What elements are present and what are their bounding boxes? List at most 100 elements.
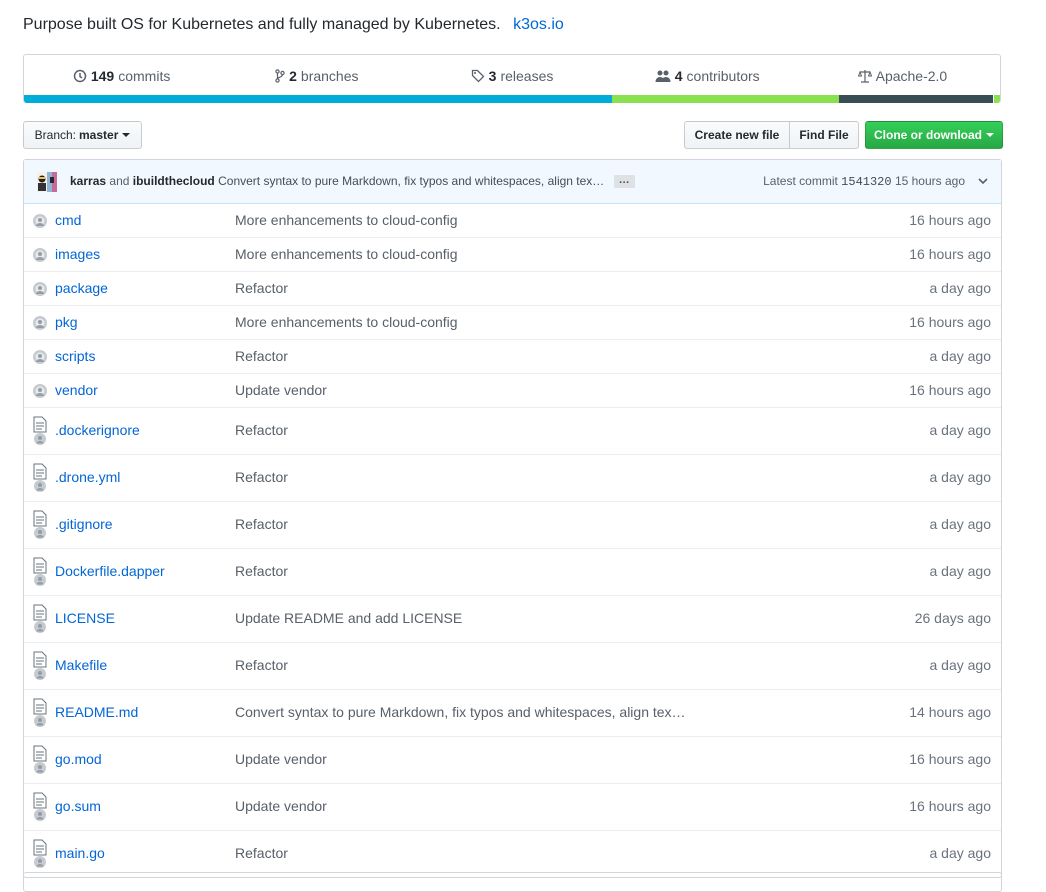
table-row: .drone.yml Refactor a day ago bbox=[24, 454, 1001, 501]
stat-commits[interactable]: 149 commits bbox=[24, 68, 219, 84]
file-name-link[interactable]: README.md bbox=[55, 704, 138, 720]
file-name-link[interactable]: package bbox=[55, 280, 108, 296]
branches-label: branches bbox=[300, 68, 359, 84]
file-age: 16 hours ago bbox=[909, 382, 991, 398]
file-icon bbox=[33, 416, 47, 445]
submodule-icon bbox=[33, 316, 47, 330]
table-row: .gitignore Refactor a day ago bbox=[24, 501, 1001, 548]
history-icon bbox=[73, 69, 87, 83]
readme-box bbox=[23, 872, 1002, 892]
file-age: 26 days ago bbox=[914, 610, 991, 626]
file-commit-message[interactable]: Update vendor bbox=[235, 382, 327, 398]
commit-sha[interactable]: 1541320 bbox=[841, 175, 891, 189]
branch-select-button[interactable]: Branch: master bbox=[23, 121, 142, 149]
file-commit-message[interactable]: Refactor bbox=[235, 469, 288, 485]
file-name-link[interactable]: .drone.yml bbox=[55, 469, 120, 485]
file-age: a day ago bbox=[929, 469, 992, 485]
file-name-link[interactable]: Makefile bbox=[55, 657, 107, 673]
file-commit-message[interactable]: Update vendor bbox=[235, 751, 327, 767]
file-icon bbox=[33, 792, 47, 821]
file-icon bbox=[33, 604, 47, 633]
language-segment-other bbox=[994, 95, 1000, 103]
file-name-link[interactable]: pkg bbox=[55, 314, 78, 330]
file-age: 16 hours ago bbox=[909, 314, 991, 330]
file-commit-message[interactable]: Refactor bbox=[235, 563, 288, 579]
stat-license[interactable]: Apache-2.0 bbox=[805, 68, 1000, 84]
contributors-label: contributors bbox=[686, 68, 760, 84]
commit-and: and bbox=[109, 174, 130, 188]
file-name-link[interactable]: .gitignore bbox=[55, 516, 113, 532]
stat-branches[interactable]: 2 branches bbox=[219, 68, 414, 84]
file-name-link[interactable]: scripts bbox=[55, 348, 95, 364]
table-row: main.go Refactor a day ago bbox=[24, 830, 1001, 877]
language-segment-dockerfile bbox=[839, 95, 995, 103]
file-commit-message[interactable]: More enhancements to cloud-config bbox=[235, 212, 458, 228]
file-commit-message[interactable]: Refactor bbox=[235, 845, 288, 861]
file-commit-message[interactable]: More enhancements to cloud-config bbox=[235, 314, 458, 330]
file-commit-message[interactable]: Refactor bbox=[235, 280, 288, 296]
file-name-link[interactable]: LICENSE bbox=[55, 610, 115, 626]
file-icon bbox=[33, 651, 47, 680]
submodule-icon bbox=[33, 248, 47, 262]
table-row: vendor Update vendor 16 hours ago bbox=[24, 373, 1001, 407]
file-age: 16 hours ago bbox=[909, 751, 991, 767]
file-age: a day ago bbox=[929, 563, 992, 579]
file-name-link[interactable]: .dockerignore bbox=[55, 422, 140, 438]
caret-down-icon bbox=[986, 133, 994, 137]
file-name-link[interactable]: go.sum bbox=[55, 798, 101, 814]
table-row: go.mod Update vendor 16 hours ago bbox=[24, 736, 1001, 783]
commit-time: 15 hours ago bbox=[894, 174, 965, 188]
file-age: 14 hours ago bbox=[909, 704, 991, 720]
avatar[interactable] bbox=[47, 172, 57, 192]
language-segment-shell bbox=[611, 95, 840, 103]
repo-summary: 149 commits 2 branches 3 releases 4 cont… bbox=[23, 54, 1001, 103]
table-row: LICENSE Update README and add LICENSE 26… bbox=[24, 595, 1001, 642]
file-commit-message[interactable]: Refactor bbox=[235, 422, 288, 438]
stat-releases[interactable]: 3 releases bbox=[414, 68, 609, 84]
file-commit-message[interactable]: More enhancements to cloud-config bbox=[235, 246, 458, 262]
file-toolbar: Branch: master Create new file Find File… bbox=[23, 121, 1003, 149]
table-row: pkg More enhancements to cloud-config 16… bbox=[24, 305, 1001, 339]
submodule-icon bbox=[33, 350, 47, 364]
chevron-down-icon[interactable] bbox=[977, 175, 989, 187]
contributors-count: 4 bbox=[674, 68, 683, 84]
table-row: Makefile Refactor a day ago bbox=[24, 642, 1001, 689]
file-age: 16 hours ago bbox=[909, 798, 991, 814]
commit-avatars[interactable] bbox=[37, 172, 57, 192]
latest-commit-label: Latest commit bbox=[763, 174, 838, 188]
tag-icon bbox=[471, 69, 485, 83]
file-commit-message[interactable]: Refactor bbox=[235, 516, 288, 532]
expand-message-button[interactable]: … bbox=[613, 175, 635, 189]
branch-name: master bbox=[79, 128, 119, 142]
stat-contributors[interactable]: 4 contributors bbox=[610, 68, 805, 84]
clone-label: Clone or download bbox=[874, 128, 982, 142]
file-name-link[interactable]: cmd bbox=[55, 212, 81, 228]
clone-or-download-button[interactable]: Clone or download bbox=[865, 121, 1003, 149]
file-name-link[interactable]: Dockerfile.dapper bbox=[55, 563, 165, 579]
file-age: 16 hours ago bbox=[909, 246, 991, 262]
commit-author[interactable]: karras bbox=[70, 174, 106, 188]
website-link[interactable]: k3os.io bbox=[513, 16, 564, 33]
file-age: 16 hours ago bbox=[909, 212, 991, 228]
table-row: Dockerfile.dapper Refactor a day ago bbox=[24, 548, 1001, 595]
avatar[interactable] bbox=[37, 172, 47, 192]
commit-message[interactable]: Convert syntax to pure Markdown, fix typ… bbox=[218, 174, 604, 188]
file-name-link[interactable]: images bbox=[55, 246, 100, 262]
commit-committer[interactable]: ibuildthecloud bbox=[133, 174, 215, 188]
find-file-button[interactable]: Find File bbox=[789, 121, 859, 149]
file-age: a day ago bbox=[929, 280, 992, 296]
submodule-icon bbox=[33, 282, 47, 296]
file-commit-message[interactable]: Refactor bbox=[235, 657, 288, 673]
file-commit-message[interactable]: Update README and add LICENSE bbox=[235, 610, 462, 626]
file-commit-message[interactable]: Refactor bbox=[235, 348, 288, 364]
file-name-link[interactable]: go.mod bbox=[55, 751, 102, 767]
file-commit-message[interactable]: Update vendor bbox=[235, 798, 327, 814]
file-commit-message[interactable]: Convert syntax to pure Markdown, fix typ… bbox=[235, 704, 686, 720]
file-name-link[interactable]: vendor bbox=[55, 382, 98, 398]
create-new-file-button[interactable]: Create new file bbox=[684, 121, 790, 149]
commits-count: 149 bbox=[90, 68, 115, 84]
commit-summary: karras and ibuildthecloud Convert syntax… bbox=[70, 174, 635, 189]
file-age: a day ago bbox=[929, 657, 992, 673]
language-bar[interactable] bbox=[24, 95, 1000, 103]
file-name-link[interactable]: main.go bbox=[55, 845, 105, 861]
